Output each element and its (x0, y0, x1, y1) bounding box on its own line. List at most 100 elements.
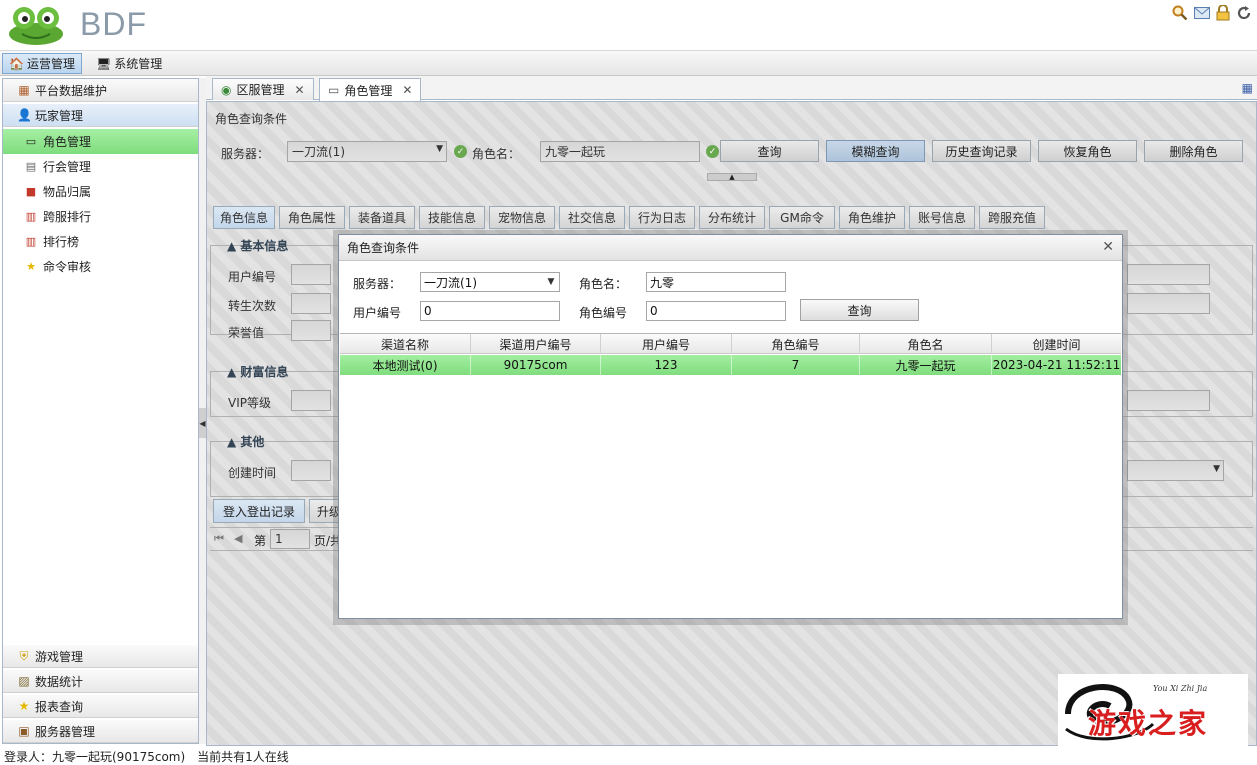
menu-system[interactable]: 🖥 系统管理 (90, 53, 168, 74)
sidebar-section-label: 服务器管理 (35, 724, 96, 739)
subtab-role-attributes[interactable]: 角色属性 (279, 206, 345, 229)
watermark-subtext: You Xi Zhi Jia (1153, 684, 1208, 693)
shield-icon: ⛨ (19, 648, 29, 663)
sidebar-section-platform-data[interactable]: ▦ 平台数据维护 (3, 79, 198, 102)
dialog-role-name-label: 角色名： (579, 277, 628, 291)
created-time-right-field[interactable]: ▼ (1127, 460, 1224, 481)
app-header: BDF (0, 0, 1257, 50)
login-user-text: 登录人：九零一起玩(90175com) (4, 749, 186, 764)
basic-info-legend[interactable]: ▲ 基本信息 (223, 237, 292, 254)
dialog-user-id-input[interactable]: 0 (420, 301, 560, 321)
sidebar-item-label: 角色管理 (43, 135, 92, 149)
dialog-user-id-value: 0 (424, 304, 432, 318)
subtab-cross-server-recharge[interactable]: 跨服充值 (979, 206, 1045, 229)
sidebar-item-item-ownership[interactable]: ■ 物品归属 (3, 179, 198, 204)
table-header: 渠道名称 渠道用户编号 用户编号 角色编号 角色名 创建时间 (340, 334, 1121, 354)
fuzzy-query-button[interactable]: 模糊查询 (826, 140, 925, 162)
table-row[interactable]: 本地测试(0) 90175com 123 7 九零一起玩 2023-04-21 … (340, 355, 1121, 375)
query-button[interactable]: 查询 (720, 140, 819, 162)
column-header[interactable]: 角色编号 (732, 334, 860, 354)
history-query-button[interactable]: 历史查询记录 (932, 140, 1031, 162)
page-number-input[interactable]: 1 (270, 529, 310, 549)
sidebar-section-server-management[interactable]: ▣ 服务器管理 (3, 720, 198, 743)
wealth-info-title: 财富信息 (240, 365, 289, 379)
column-header[interactable]: 渠道用户编号 (471, 334, 601, 354)
sidebar-item-leaderboard[interactable]: ▥ 排行榜 (3, 229, 198, 254)
tab-label: 角色管理 (344, 83, 393, 98)
prev-page-icon[interactable]: ◀ (234, 532, 242, 545)
dialog-query-button[interactable]: 查询 (800, 299, 919, 321)
sidebar-section-label: 平台数据维护 (35, 83, 108, 98)
dialog-server-select[interactable]: 一刀流(1) ▼ (420, 272, 560, 292)
check-icon: ✓ (706, 145, 719, 158)
server-icon: ▣ (18, 724, 30, 738)
sidebar-section-players[interactable]: 👤 玩家管理 (3, 104, 198, 127)
server-select[interactable]: 一刀流(1) ▼ (287, 141, 447, 162)
basic-right-field (1127, 293, 1210, 314)
close-icon[interactable]: ✕ (402, 83, 412, 97)
lock-icon[interactable] (1214, 4, 1232, 22)
subtab-equipment[interactable]: 装备道具 (349, 206, 415, 229)
column-header[interactable]: 用户编号 (601, 334, 732, 354)
subtab-distribution[interactable]: 分布统计 (699, 206, 765, 229)
sidebar-item-role-management[interactable]: ▭ 角色管理 (3, 129, 198, 154)
table-cell: 本地测试(0) (340, 355, 471, 375)
sidebar-item-guild-management[interactable]: ▤ 行会管理 (3, 154, 198, 179)
collapse-handle-icon[interactable]: ◀ (199, 408, 206, 438)
tab-role-management[interactable]: ▭ 角色管理 ✕ (319, 78, 422, 101)
sidebar-tree: ▭ 角色管理 ▤ 行会管理 ■ 物品归属 ▥ 跨服排行 ▥ 排行榜 ★ 命令审核 (3, 129, 198, 279)
column-header[interactable]: 创建时间 (992, 334, 1121, 354)
subtab-role-maintenance[interactable]: 角色维护 (839, 206, 905, 229)
monitor-icon: 🖥 (96, 56, 112, 71)
dialog-server-label: 服务器： (353, 277, 402, 291)
column-header[interactable]: 渠道名称 (340, 334, 471, 354)
tab-server-management[interactable]: ◉ 区服管理 ✕ (212, 78, 314, 100)
other-info-legend[interactable]: ▲ 其他 (223, 433, 268, 450)
dialog-server-value: 一刀流(1) (424, 275, 477, 290)
subtab-social[interactable]: 社交信息 (559, 206, 625, 229)
subtab-behavior-log[interactable]: 行为日志 (629, 206, 695, 229)
server-label: 服务器： (221, 147, 270, 161)
dialog-title: 角色查询条件 (347, 241, 420, 255)
sidebar-item-command-audit[interactable]: ★ 命令审核 (3, 254, 198, 279)
sidebar-item-cross-server-rank[interactable]: ▥ 跨服排行 (3, 204, 198, 229)
sidebar-item-label: 物品归属 (43, 185, 92, 199)
first-page-icon[interactable]: ⏮ (214, 532, 224, 546)
vip-level-field (291, 390, 331, 411)
dialog-role-id-input[interactable]: 0 (646, 301, 786, 321)
column-header[interactable]: 角色名 (860, 334, 992, 354)
subtab-gm-command[interactable]: GM命令 (769, 206, 835, 229)
subtab-pets[interactable]: 宠物信息 (489, 206, 555, 229)
id-card-icon: ▭ (328, 83, 340, 97)
sidebar-section-reports[interactable]: ★ 报表查询 (3, 695, 198, 718)
dialog-role-name-input[interactable]: 九零 (646, 272, 786, 292)
other-info-title: 其他 (240, 435, 265, 449)
role-name-input[interactable]: 九零一起玩 (540, 141, 700, 162)
table-cell: 7 (732, 355, 860, 375)
subtab-role-info[interactable]: 角色信息 (213, 206, 275, 229)
user-id-field (291, 264, 331, 285)
collapse-up-icon[interactable]: ▲ (707, 173, 757, 181)
restore-role-button[interactable]: 恢复角色 (1038, 140, 1137, 162)
star-icon: ★ (26, 260, 36, 273)
subtab-skills[interactable]: 技能信息 (419, 206, 485, 229)
delete-role-button[interactable]: 删除角色 (1144, 140, 1243, 162)
menu-operations[interactable]: 🏠 运营管理 (2, 53, 82, 74)
wealth-info-legend[interactable]: ▲ 财富信息 (223, 363, 292, 380)
search-icon[interactable] (1171, 4, 1189, 22)
subtab-account-info[interactable]: 账号信息 (909, 206, 975, 229)
sidebar-section-statistics[interactable]: ▨ 数据统计 (3, 670, 198, 693)
role-name-label: 角色名： (472, 147, 521, 161)
sidebar-section-label: 玩家管理 (35, 108, 84, 123)
mail-icon[interactable] (1193, 4, 1211, 22)
close-icon[interactable]: ✕ (295, 83, 305, 97)
dialog-title-bar[interactable]: 角色查询条件 ✕ (339, 235, 1122, 261)
sidebar-section-game-management[interactable]: ⛨ 游戏管理 (3, 645, 198, 668)
sidebar-splitter[interactable]: ◀ (199, 78, 206, 744)
subtab-login-logout-records[interactable]: 登入登出记录 (213, 499, 305, 523)
refresh-icon[interactable] (1235, 4, 1253, 22)
tab-menu-icon[interactable]: ▦ (1242, 81, 1253, 95)
wealth-right-field (1127, 390, 1210, 411)
close-icon[interactable]: ✕ (1102, 239, 1114, 255)
chart-icon: ▨ (18, 674, 30, 688)
